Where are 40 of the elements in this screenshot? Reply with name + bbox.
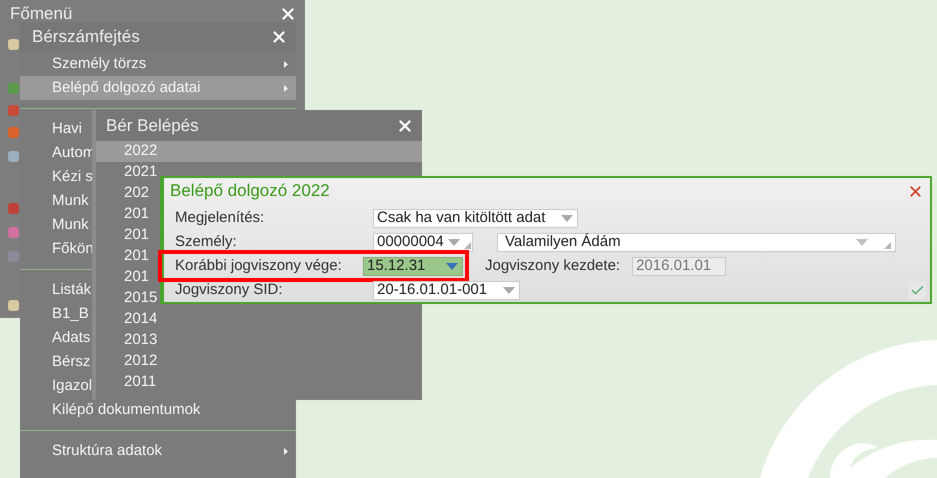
field-label: Személy: (175, 232, 238, 252)
menu-item[interactable]: Struktúra adatok (20, 439, 296, 463)
app-tile-icon[interactable] (7, 226, 20, 239)
resize-grip-icon (884, 242, 891, 248)
menu-item[interactable]: Belépő dolgozó adatai (20, 76, 296, 100)
dropdown-arrow-icon[interactable] (561, 214, 574, 222)
year-item[interactable]: 2014 (96, 309, 422, 330)
select-field[interactable]: 20-16.01.01-001 (373, 280, 520, 300)
menu-item[interactable]: Kilépő dokumentumok (20, 398, 296, 422)
app-tile-icon[interactable] (7, 126, 20, 139)
field-label: Megjelenítés: (175, 208, 266, 228)
dropdown-arrow-icon[interactable] (503, 286, 516, 294)
dropdown-arrow-icon[interactable] (448, 238, 460, 246)
date-field[interactable]: 15.12.31 (363, 256, 463, 276)
app-tile-icon[interactable] (7, 299, 20, 312)
select-field[interactable]: Csak ha van kitöltött adat (373, 208, 578, 228)
field-label: Korábbi jogviszony vége: (175, 256, 343, 276)
name-field[interactable]: Valamilyen Ádám (497, 232, 896, 252)
window-title: Bérszámfejtés (32, 26, 141, 48)
field-label: Jogviszony SID: (175, 280, 284, 300)
start-date-field[interactable]: 2016.01.01 (632, 256, 726, 276)
dropdown-arrow-icon[interactable] (446, 262, 458, 270)
app-tile-icon[interactable] (7, 82, 20, 95)
year-item[interactable]: 2013 (96, 330, 422, 351)
app-tile-icon[interactable] (7, 38, 20, 51)
field-label: Jogviszony kezdete: (485, 256, 620, 276)
year-item[interactable]: 2022 (96, 141, 422, 162)
menu-item[interactable]: Személy törzs (20, 52, 296, 76)
app-tile-icon[interactable] (7, 202, 20, 215)
app-tile-icon[interactable] (7, 150, 20, 163)
window-title: Bér Belépés (106, 114, 200, 137)
year-item[interactable]: 2012 (96, 351, 422, 372)
dialog-title: Belépő dolgozó 2022 (170, 180, 331, 202)
window-title: Főmenü (10, 3, 74, 26)
app-tile-icon[interactable] (7, 104, 20, 117)
code-field[interactable]: 00000004 (373, 232, 473, 252)
app-tile-icon[interactable] (7, 250, 20, 263)
resize-grip-icon (464, 242, 471, 248)
dropdown-arrow-icon[interactable] (856, 238, 868, 246)
year-item[interactable]: 2011 (96, 372, 422, 393)
